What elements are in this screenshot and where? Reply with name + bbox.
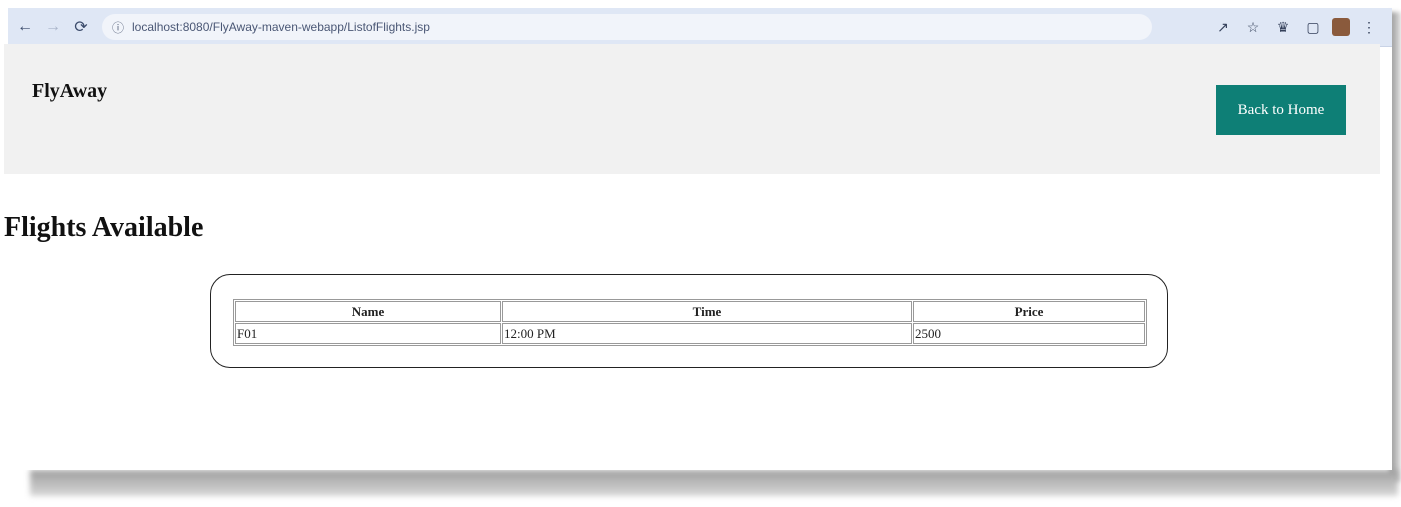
flights-table-card: Name Time Price F01 12:00 PM 2500 <box>210 274 1168 368</box>
sidepanel-icon[interactable]: ▢ <box>1302 16 1324 38</box>
site-header: FlyAway Back to Home <box>4 44 1380 174</box>
browser-toolbar: ← → ⟳ ⓘ localhost:8080/FlyAway-maven-web… <box>8 8 1392 47</box>
address-url: localhost:8080/FlyAway-maven-webapp/List… <box>132 20 430 34</box>
cell-name: F01 <box>235 323 501 344</box>
info-icon[interactable]: ⓘ <box>112 19 124 36</box>
brand-logo-text[interactable]: FlyAway <box>32 80 107 103</box>
back-icon[interactable]: ← <box>14 16 36 38</box>
menu-icon[interactable]: ⋮ <box>1358 16 1380 38</box>
window-shadow-bottom <box>30 470 1398 496</box>
star-icon[interactable]: ☆ <box>1242 16 1264 38</box>
column-header-name: Name <box>235 301 501 322</box>
flights-table: Name Time Price F01 12:00 PM 2500 <box>233 299 1147 346</box>
toolbar-icons: ↗ ☆ ♛ ▢ ⋮ <box>1204 16 1380 38</box>
table-header-row: Name Time Price <box>235 301 1145 322</box>
cell-price: 2500 <box>913 323 1145 344</box>
reload-icon[interactable]: ⟳ <box>70 16 92 38</box>
address-bar[interactable]: ⓘ localhost:8080/FlyAway-maven-webapp/Li… <box>102 14 1152 40</box>
table-row: F01 12:00 PM 2500 <box>235 323 1145 344</box>
page-title: Flights Available <box>4 212 204 243</box>
back-to-home-button[interactable]: Back to Home <box>1216 85 1346 135</box>
forward-icon[interactable]: → <box>42 16 64 38</box>
share-icon[interactable]: ↗ <box>1212 16 1234 38</box>
column-header-price: Price <box>913 301 1145 322</box>
profile-avatar[interactable] <box>1332 18 1350 36</box>
column-header-time: Time <box>502 301 912 322</box>
extensions-icon[interactable]: ♛ <box>1272 16 1294 38</box>
cell-time: 12:00 PM <box>502 323 912 344</box>
